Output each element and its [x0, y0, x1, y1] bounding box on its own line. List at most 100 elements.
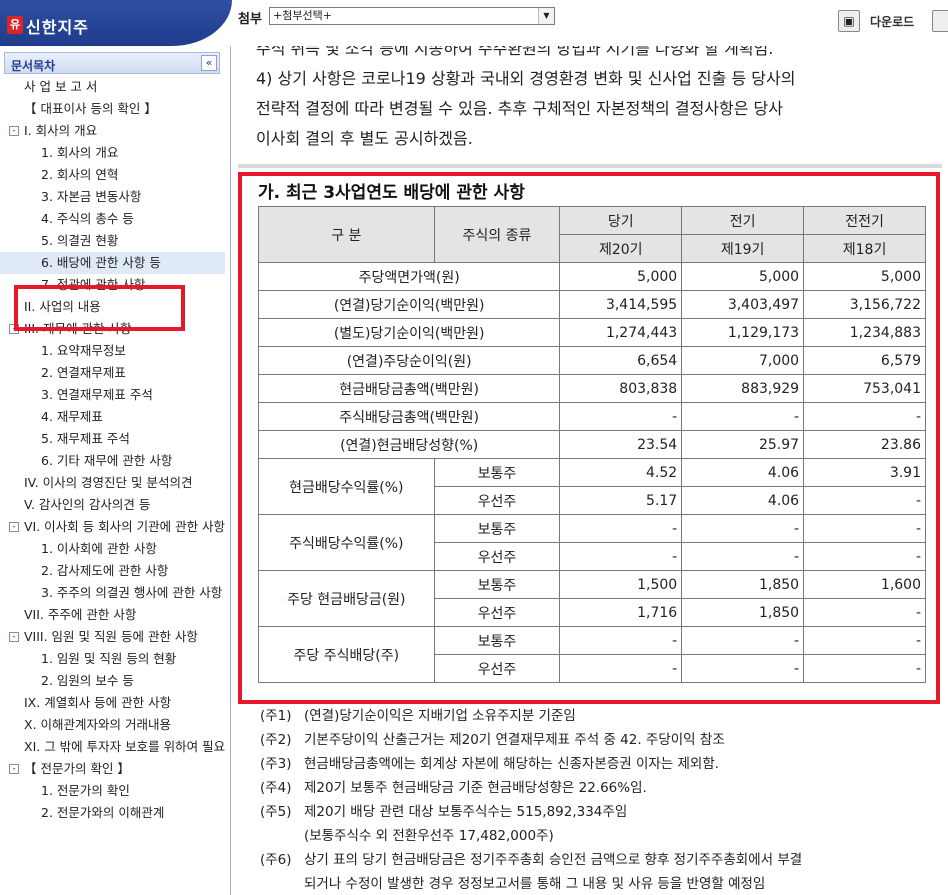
tree-toggle-icon[interactable]: -	[9, 764, 19, 774]
toc-item-label[interactable]: 5. 재무제표 주석	[41, 431, 130, 446]
toc-item[interactable]: 2. 감사제도에 관한 사항	[0, 560, 225, 582]
toc-item[interactable]: - 【 전문가의 확인 】	[0, 758, 225, 780]
toc-item[interactable]: 4. 재무제표	[0, 406, 225, 428]
toc-item[interactable]: IV. 이사의 경영진단 및 분석의견	[0, 472, 225, 494]
table-cell: 4.06	[681, 458, 805, 487]
toc-item[interactable]: 6. 배당에 관한 사항 등	[0, 252, 225, 274]
toc-item-label[interactable]: 【 전문가의 확인 】	[24, 761, 130, 776]
table-cell: -	[803, 486, 926, 515]
toc-item-label[interactable]: 6. 배당에 관한 사항 등	[41, 255, 161, 270]
chevron-down-icon[interactable]: ▼	[538, 8, 554, 24]
toc-item[interactable]: 2. 연결재무제표	[0, 362, 225, 384]
footnote-text: 제20기 보통주 현금배당금 기준 현금배당성향은 22.66%임.	[304, 776, 940, 800]
toc-item[interactable]: 3. 연결재무제표 주석	[0, 384, 225, 406]
tree-toggle-icon[interactable]: -	[9, 522, 19, 532]
toc-item-label[interactable]: 1. 임원 및 직원 등의 현황	[41, 651, 176, 666]
toc-item[interactable]: 【 대표이사 등의 확인 】	[0, 98, 225, 120]
footnote-text: 현금배당금총액에는 회계상 자본에 해당하는 신종자본증권 이자는 제외함.	[304, 752, 940, 776]
toc-item[interactable]: V. 감사인의 감사의견 등	[0, 494, 225, 516]
toc-item[interactable]: 6. 기타 재무에 관한 사항	[0, 450, 225, 472]
table-row: 현금배당금총액(백만원) 803,838 883,929 753,041	[257, 374, 926, 403]
attach-select-value: +첨부선택+	[273, 9, 332, 22]
table-cell: -	[681, 542, 805, 571]
toc-item[interactable]: 5. 재무제표 주석	[0, 428, 225, 450]
toc-item[interactable]: 1. 요약재무정보	[0, 340, 225, 362]
toc-item[interactable]: 2. 전문가와의 이해관계	[0, 802, 225, 824]
toc-item[interactable]: 1. 회사의 개요	[0, 142, 225, 164]
attach-select[interactable]: +첨부선택+ ▼	[269, 7, 555, 25]
toc-item-label[interactable]: 4. 재무제표	[41, 409, 103, 424]
download-label[interactable]: 다운로드	[870, 13, 914, 30]
attach-label: 첨부	[238, 12, 262, 27]
row-group-label: 주당 주식배당(주)	[258, 626, 435, 683]
table-row: (연결)현금배당성향(%) 23.54 25.97 23.86	[257, 430, 926, 459]
toc-item-label[interactable]: I. 회사의 개요	[24, 123, 97, 138]
toc-item[interactable]: 1. 임원 및 직원 등의 현황	[0, 648, 225, 670]
footnote-line: 현금배당금총액에는 회계상 자본에 해당하는 신종자본증권 이자는 제외함.	[304, 756, 720, 772]
toc-item-label[interactable]: VI. 이사회 등 회사의 기관에 관한 사항	[24, 519, 225, 534]
toc-item[interactable]: 2. 회사의 연혁	[0, 164, 225, 186]
toc-item-label[interactable]: 1. 전문가의 확인	[41, 783, 130, 798]
toc-item[interactable]: - VI. 이사회 등 회사의 기관에 관한 사항	[0, 516, 225, 538]
table-row: 주당 현금배당금(원) 보통주 1,500 1,850 1,600	[258, 570, 926, 627]
table-cell: 25.97	[681, 430, 805, 459]
toc-item-label[interactable]: 6. 기타 재무에 관한 사항	[41, 453, 172, 468]
table-cell: 23.86	[803, 430, 926, 459]
toc-item-label[interactable]: 【 대표이사 등의 확인 】	[24, 101, 157, 116]
toc-item-label[interactable]: X. 이해관계자와의 거래내용	[24, 717, 171, 732]
table-cell: 803,838	[559, 374, 683, 403]
toc-item-label[interactable]: VIII. 임원 및 직원 등에 관한 사항	[24, 629, 198, 644]
stock-type-cell: 우선주	[433, 486, 561, 515]
toc-item-label[interactable]: 5. 의결권 현황	[41, 233, 118, 248]
toc-item-label[interactable]: 2. 감사제도에 관한 사항	[41, 563, 168, 578]
toc-item-label[interactable]: VII. 주주에 관한 사항	[24, 607, 136, 622]
footnote-label: (주6)	[260, 852, 292, 868]
toc-item[interactable]: 4. 주식의 총수 등	[0, 208, 225, 230]
toc-item-label[interactable]: 2. 전문가와의 이해관계	[41, 805, 164, 820]
toc-item[interactable]: 3. 자본금 변동사항	[0, 186, 225, 208]
tree-toggle-icon[interactable]: -	[9, 126, 19, 136]
table-cell: -	[681, 402, 805, 431]
footnote-line: 되거나 수정이 발생한 경우 정정보고서를 통해 그 내용 및 사유 등을 반영…	[304, 876, 766, 892]
table-cell: 1,129,173	[681, 318, 805, 347]
toc-item[interactable]: 5. 의결권 현황	[0, 230, 225, 252]
toc-item-label[interactable]: XI. 그 밖에 투자자 보호를 위하여 필요한 사항	[24, 739, 225, 754]
toc-item[interactable]: X. 이해관계자와의 거래내용	[0, 714, 225, 736]
print-icon[interactable]	[932, 10, 948, 32]
toc-item[interactable]: VII. 주주에 관한 사항	[0, 604, 225, 626]
toc-item-label[interactable]: IX. 계열회사 등에 관한 사항	[24, 695, 171, 710]
toc-item-label[interactable]: 2. 회사의 연혁	[41, 167, 118, 182]
toc-item[interactable]: 3. 주주의 의결권 행사에 관한 사항	[0, 582, 225, 604]
toc-item-label[interactable]: 2. 임원의 보수 등	[41, 673, 134, 688]
toc-item-label[interactable]: 1. 이사회에 관한 사항	[41, 541, 157, 556]
table-cell: 4.06	[681, 486, 805, 515]
download-button[interactable]: ▣ 다운로드	[838, 10, 914, 32]
toc-item[interactable]: - VIII. 임원 및 직원 등에 관한 사항	[0, 626, 225, 648]
toc-item[interactable]: 사 업 보 고 서	[0, 76, 225, 98]
toc-item[interactable]: 1. 이사회에 관한 사항	[0, 538, 225, 560]
toc-item[interactable]: XI. 그 밖에 투자자 보호를 위하여 필요한 사항	[0, 736, 225, 758]
toc-item-label[interactable]: 2. 연결재무제표	[41, 365, 126, 380]
table-cell: -	[681, 514, 805, 543]
toc-item-label[interactable]: 3. 자본금 변동사항	[41, 189, 141, 204]
toc-item-label[interactable]: V. 감사인의 감사의견 등	[24, 497, 150, 512]
table-row: 주당 주식배당(주) 보통주 - - -	[258, 626, 926, 683]
toc-item-label[interactable]: 3. 연결재무제표 주석	[41, 387, 153, 402]
save-disk-icon[interactable]: ▣	[838, 10, 860, 32]
tree-toggle-icon[interactable]: -	[9, 632, 19, 642]
toc-item-label[interactable]: 4. 주식의 총수 등	[41, 211, 134, 226]
toc-item-label[interactable]: IV. 이사의 경영진단 및 분석의견	[24, 475, 193, 490]
toc-item[interactable]: 1. 전문가의 확인	[0, 780, 225, 802]
footnote-label: (주1)	[260, 708, 292, 724]
toc-title: 문서목차	[11, 59, 56, 73]
table-cell: 1,500	[559, 570, 683, 599]
toc-item[interactable]: 2. 임원의 보수 등	[0, 670, 225, 692]
toc-item-label[interactable]: 3. 주주의 의결권 행사에 관한 사항	[41, 585, 222, 600]
collapse-icon[interactable]: «	[201, 55, 217, 71]
toc-item-label[interactable]: 1. 회사의 개요	[41, 145, 118, 160]
footnote: (주6) 상기 표의 당기 현금배당금은 정기주주총회 승인전 금액으로 향후 정…	[260, 848, 940, 895]
toc-item-label[interactable]: 1. 요약재무정보	[41, 343, 126, 358]
toc-item-label[interactable]: 사 업 보 고 서	[24, 79, 97, 94]
toc-item[interactable]: IX. 계열회사 등에 관한 사항	[0, 692, 225, 714]
toc-item[interactable]: - I. 회사의 개요	[0, 120, 225, 142]
